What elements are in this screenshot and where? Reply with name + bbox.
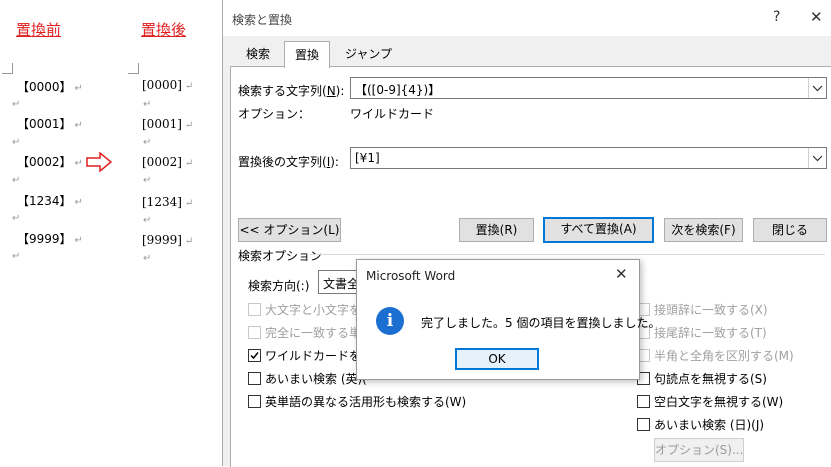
ignore-whitespace-label: 空白文字を無視する(W) (654, 395, 784, 409)
paragraph-mark-icon: ↵ (12, 137, 21, 148)
paragraph-mark-icon: ↵ (12, 251, 21, 262)
replace-label: 置換後の文字列(I): (238, 155, 339, 169)
find-next-button[interactable]: 次を検索(F) (664, 218, 743, 242)
info-icon: i (376, 307, 404, 335)
fuzzy-english-checkbox[interactable] (248, 372, 261, 385)
after-line: [9999] ↵ (142, 233, 194, 247)
dialog-titlebar[interactable]: 検索と置換 ? ✕ (223, 0, 831, 36)
search-direction-value: 文書全 (323, 277, 360, 291)
word-forms-label: 英単語の異なる活用形も検索する(W) (265, 395, 467, 409)
find-input[interactable]: 【([0-9]{4})】 (350, 77, 827, 99)
fuzzy-options-button[interactable]: オプション(S)... (654, 438, 744, 462)
less-options-button[interactable]: << オプション(L) (238, 218, 341, 242)
completion-message-box: Microsoft Word ✕ i 完了しました。5 個の項目を置換しました。… (356, 259, 660, 380)
options-label: オプション： (238, 107, 311, 121)
after-line: [0001] ↵ (142, 117, 194, 131)
tab-replace[interactable]: 置換 (284, 41, 331, 68)
before-line: 【0002】 ↵ (17, 155, 83, 169)
replace-dropdown-button[interactable] (808, 148, 826, 168)
before-line: 【0000】 ↵ (17, 80, 83, 94)
replace-input[interactable]: [¥1] (350, 147, 827, 169)
after-heading: 置換後 (141, 21, 187, 39)
paragraph-mark-icon: ↵ (12, 213, 21, 224)
chevron-down-icon (812, 85, 823, 92)
paragraph-mark-icon: ↵ (143, 137, 152, 148)
paragraph-mark-icon: ↵ (143, 175, 152, 186)
chevron-down-icon (812, 155, 823, 162)
close-icon[interactable]: ✕ (615, 265, 628, 283)
ignore-punctuation-label: 句読点を無視する(S) (654, 372, 767, 386)
tab-find[interactable]: 検索 (236, 43, 280, 66)
search-direction-label: 検索方向(:) (248, 279, 310, 293)
find-input-value: 【([0-9]{4})】 (355, 83, 441, 97)
after-line: [0002] ↵ (142, 155, 194, 169)
ok-button[interactable]: OK (455, 348, 539, 370)
paragraph-mark-icon: ↵ (12, 99, 21, 110)
fuzzy-japanese-checkbox[interactable] (637, 418, 650, 431)
before-line: 【9999】 ↵ (17, 232, 83, 246)
wildcards-checkbox[interactable] (248, 349, 261, 362)
dialog-title: 検索と置換 (232, 13, 293, 27)
find-label: 検索する文字列(N): (238, 84, 345, 98)
tab-goto[interactable]: ジャンプ (335, 43, 402, 66)
crop-mark-left (2, 63, 13, 74)
before-line: 【1234】 ↵ (17, 194, 83, 208)
search-options-title: 検索オプション (238, 249, 323, 263)
paragraph-mark-icon: ↵ (143, 99, 152, 110)
before-line: 【0001】 ↵ (17, 117, 83, 131)
search-options-divider (310, 254, 825, 255)
replace-button[interactable]: 置換(R) (459, 218, 534, 242)
message-box-title: Microsoft Word (366, 269, 456, 283)
match-width-label: 半角と全角を区別する(M) (654, 349, 794, 363)
close-icon[interactable]: ✕ (810, 8, 823, 26)
paragraph-mark-icon: ↵ (143, 253, 152, 264)
replace-all-button[interactable]: すべて置換(A) (543, 217, 654, 243)
whole-word-checkbox[interactable] (248, 326, 261, 339)
message-box-body: i 完了しました。5 個の項目を置換しました。 OK (357, 292, 660, 378)
options-value: ワイルドカード (350, 107, 435, 121)
message-text: 完了しました。5 個の項目を置換しました。 (421, 316, 661, 330)
replace-input-value: [¥1] (355, 151, 380, 165)
match-case-checkbox[interactable] (248, 303, 261, 316)
find-dropdown-button[interactable] (808, 78, 826, 98)
crop-mark-right (128, 63, 139, 74)
paragraph-mark-icon: ↵ (12, 175, 21, 186)
help-button[interactable]: ? (773, 9, 780, 25)
fuzzy-english-label: あいまい検索 (英)( (265, 372, 367, 386)
close-button[interactable]: 閉じる (753, 218, 827, 242)
ignore-whitespace-checkbox[interactable] (637, 395, 650, 408)
paragraph-mark-icon: ↵ (143, 215, 152, 226)
right-arrow-icon (86, 152, 112, 172)
word-forms-checkbox[interactable] (248, 395, 261, 408)
after-line: [1234] ↵ (142, 195, 194, 209)
match-prefix-label: 接頭辞に一致する(X) (654, 303, 768, 317)
fuzzy-japanese-label: あいまい検索 (日)(J) (654, 418, 765, 432)
after-line: [0000] ↵ (142, 78, 194, 92)
checkmark-icon (250, 352, 259, 360)
match-suffix-label: 接尾辞に一致する(T) (654, 326, 767, 340)
before-heading: 置換前 (16, 21, 62, 39)
